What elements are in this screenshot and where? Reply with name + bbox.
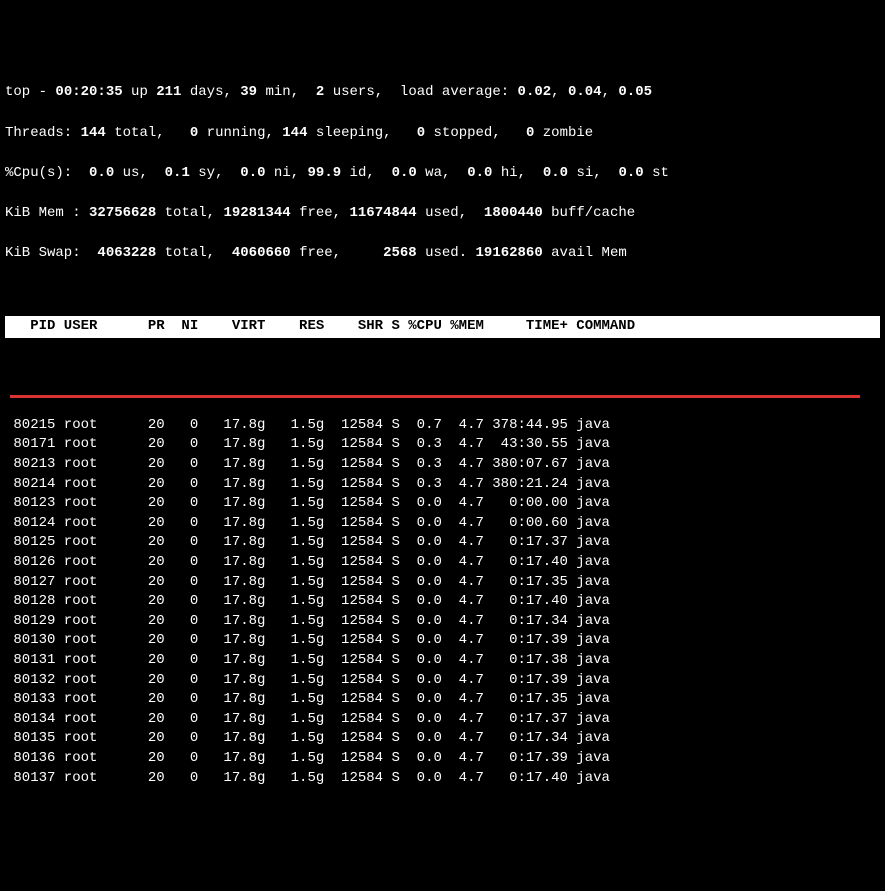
process-row[interactable]: 80126 root 20 0 17.8g 1.5g 12584 S 0.0 4… xyxy=(5,553,880,573)
process-table-body: 80215 root 20 0 17.8g 1.5g 12584 S 0.7 4… xyxy=(5,377,880,788)
process-row[interactable]: 80128 root 20 0 17.8g 1.5g 12584 S 0.0 4… xyxy=(5,592,880,612)
process-row[interactable]: 80133 root 20 0 17.8g 1.5g 12584 S 0.0 4… xyxy=(5,690,880,710)
process-row[interactable]: 80129 root 20 0 17.8g 1.5g 12584 S 0.0 4… xyxy=(5,612,880,632)
process-row[interactable]: 80213 root 20 0 17.8g 1.5g 12584 S 0.3 4… xyxy=(5,455,880,475)
process-row[interactable]: 80215 root 20 0 17.8g 1.5g 12584 S 0.7 4… xyxy=(5,416,880,436)
process-row[interactable]: 80130 root 20 0 17.8g 1.5g 12584 S 0.0 4… xyxy=(5,631,880,651)
process-row[interactable]: 80127 root 20 0 17.8g 1.5g 12584 S 0.0 4… xyxy=(5,573,880,593)
process-row[interactable]: 80137 root 20 0 17.8g 1.5g 12584 S 0.0 4… xyxy=(5,769,880,789)
mem-line: KiB Mem : 32756628 total, 19281344 free,… xyxy=(5,204,880,224)
cpu-line: %Cpu(s): 0.0 us, 0.1 sy, 0.0 ni, 99.9 id… xyxy=(5,164,880,184)
process-table-header: PID USER PR NI VIRT RES SHR S %CPU %MEM … xyxy=(5,316,880,338)
process-row[interactable]: 80134 root 20 0 17.8g 1.5g 12584 S 0.0 4… xyxy=(5,710,880,730)
process-row[interactable]: 80131 root 20 0 17.8g 1.5g 12584 S 0.0 4… xyxy=(5,651,880,671)
process-row[interactable]: 80123 root 20 0 17.8g 1.5g 12584 S 0.0 4… xyxy=(5,494,880,514)
process-row[interactable]: 80124 root 20 0 17.8g 1.5g 12584 S 0.0 4… xyxy=(5,514,880,534)
process-row[interactable]: 80135 root 20 0 17.8g 1.5g 12584 S 0.0 4… xyxy=(5,729,880,749)
process-row[interactable]: 80214 root 20 0 17.8g 1.5g 12584 S 0.3 4… xyxy=(5,475,880,495)
threads-line: Threads: 144 total, 0 running, 144 sleep… xyxy=(5,124,880,144)
process-row[interactable]: 80132 root 20 0 17.8g 1.5g 12584 S 0.0 4… xyxy=(5,671,880,691)
process-row[interactable]: 80125 root 20 0 17.8g 1.5g 12584 S 0.0 4… xyxy=(5,533,880,553)
swap-line: KiB Swap: 4063228 total, 4060660 free, 2… xyxy=(5,244,880,264)
process-row[interactable]: 80171 root 20 0 17.8g 1.5g 12584 S 0.3 4… xyxy=(5,435,880,455)
top-summary-line: top - 00:20:35 up 211 days, 39 min, 2 us… xyxy=(5,83,880,103)
highlight-annotation xyxy=(10,395,860,398)
process-row[interactable]: 80136 root 20 0 17.8g 1.5g 12584 S 0.0 4… xyxy=(5,749,880,769)
